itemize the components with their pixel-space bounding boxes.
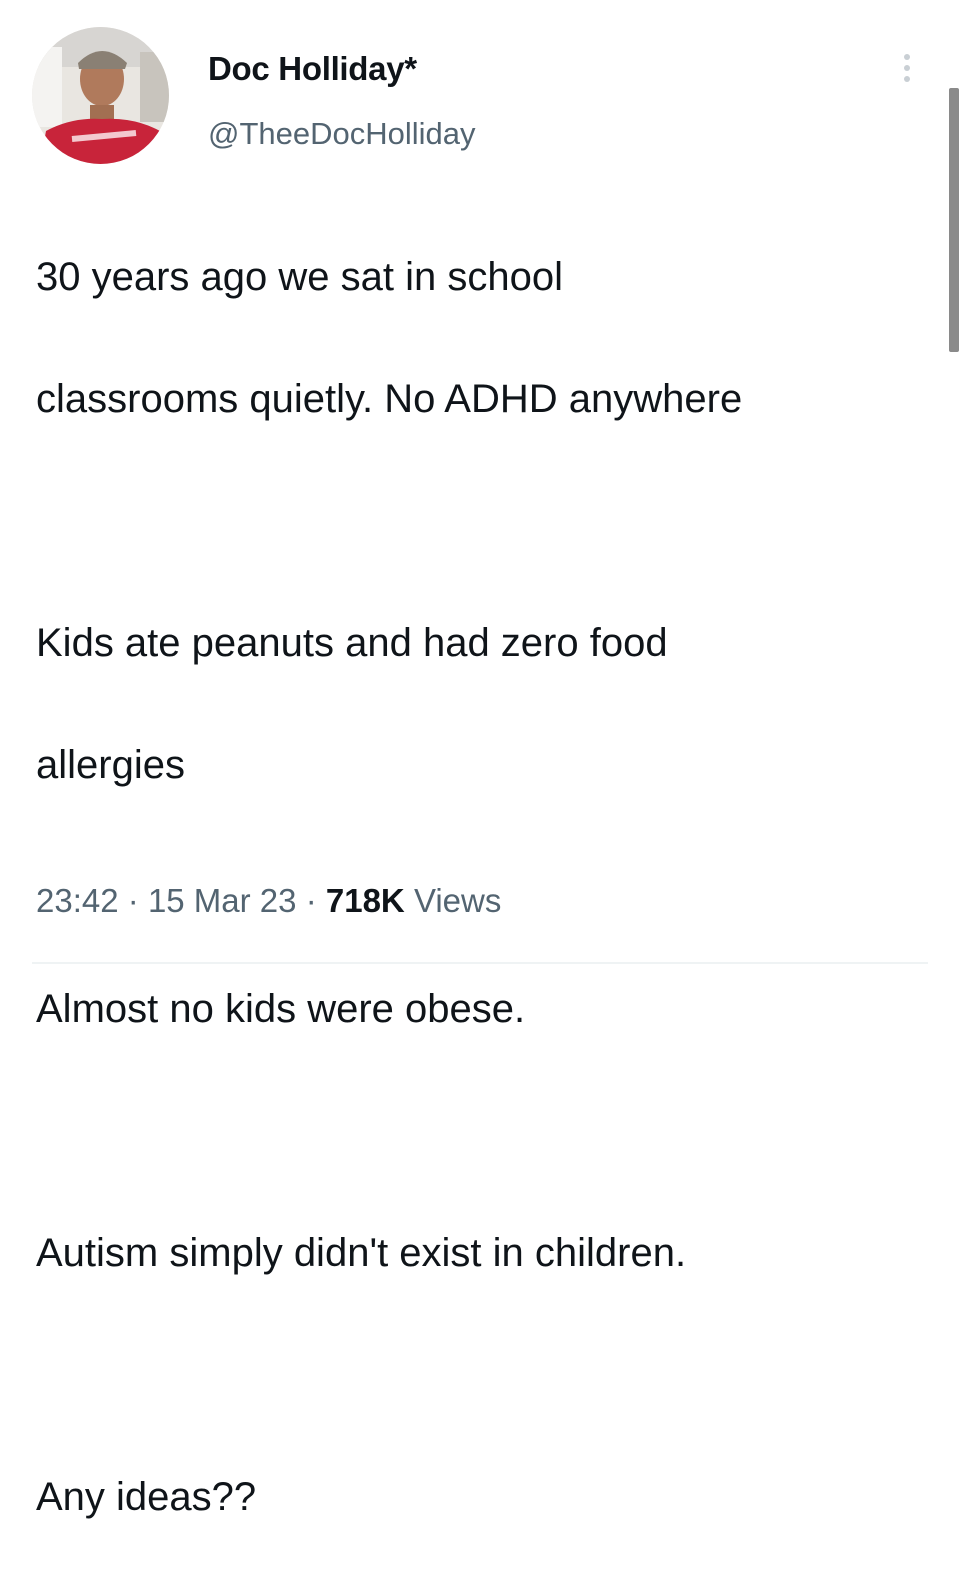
tweet-line: classrooms quietly. No ADHD anywhere: [36, 377, 743, 421]
tweet-line: [36, 491, 916, 552]
profile-photo-icon: [32, 27, 169, 164]
views-label: Views: [413, 882, 502, 919]
tweet-card: Doc Holliday* @TheeDocHolliday 30 years …: [0, 0, 959, 1519]
tweet-line: Almost no kids were obese.: [36, 987, 526, 1031]
author-handle[interactable]: @TheeDocHolliday: [208, 116, 476, 152]
tweet-line: [36, 1345, 916, 1406]
more-dot-icon: [904, 76, 910, 82]
tweet-line: [36, 1101, 916, 1162]
tweet-line: Autism simply didn't exist in children.: [36, 1231, 687, 1275]
author-avatar[interactable]: [32, 27, 169, 164]
tweet-time[interactable]: 23:42: [36, 882, 119, 919]
tweet-line: 30 years ago we sat in school: [36, 255, 563, 299]
more-dot-icon: [904, 65, 910, 71]
tweet-line: allergies: [36, 743, 185, 787]
tweet-line: Kids ate peanuts and had zero food: [36, 621, 668, 665]
tweet-meta: 23:42 · 15 Mar 23 · 718K Views: [36, 882, 501, 920]
divider: [32, 962, 928, 964]
meta-separator: ·: [127, 882, 139, 919]
author-display-name[interactable]: Doc Holliday*: [208, 50, 417, 88]
meta-separator: ·: [305, 882, 317, 919]
more-dot-icon: [904, 54, 910, 60]
tweet-line: Any ideas??: [36, 1475, 257, 1519]
tweet-date[interactable]: 15 Mar 23: [148, 882, 297, 919]
views-count[interactable]: 718K: [326, 882, 405, 919]
more-options-button[interactable]: [890, 46, 924, 90]
scrollbar-thumb[interactable]: [949, 88, 959, 352]
